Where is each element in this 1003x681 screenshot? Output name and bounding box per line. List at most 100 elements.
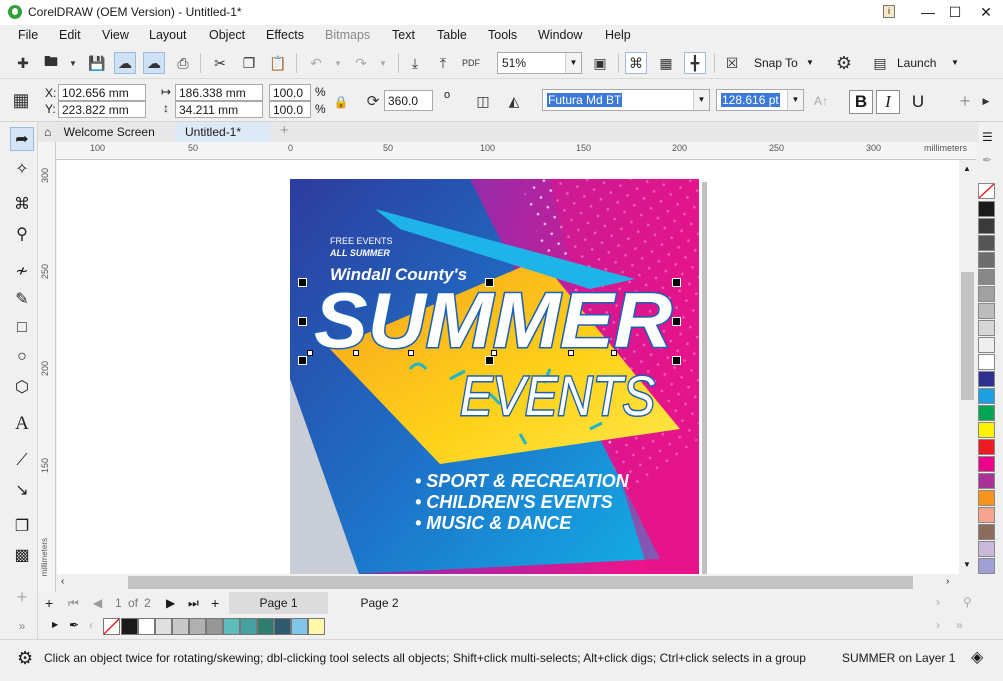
shape-tool-icon[interactable]: ✧ <box>10 157 34 181</box>
menu-table[interactable]: Table <box>437 28 467 42</box>
width-field[interactable]: 186.338 mm <box>175 84 263 101</box>
document-color-swatch[interactable] <box>189 618 206 635</box>
palette-swatch[interactable] <box>978 286 995 302</box>
palette-swatch[interactable] <box>978 252 995 268</box>
object-origin-icon[interactable]: ▦ <box>10 89 32 111</box>
freehand-tool-icon[interactable]: ≁ <box>10 259 34 283</box>
parallel-dimension-tool-icon[interactable]: ⟋ <box>10 449 34 473</box>
node-handle[interactable] <box>611 350 617 356</box>
status-gear-icon[interactable]: ⚙ <box>17 648 33 669</box>
palette-expand-icon[interactable]: ▶ <box>52 620 58 629</box>
selection-handle[interactable] <box>485 278 494 287</box>
x-position-field[interactable]: 102.656 mm <box>58 84 146 101</box>
page-tab-2[interactable]: Page 2 <box>330 592 429 614</box>
snap-to-dropdown[interactable]: Snap To <box>754 56 798 70</box>
font-size-dropdown-icon[interactable]: ▼ <box>787 90 803 110</box>
document-color-swatch[interactable] <box>257 618 274 635</box>
connector-tool-icon[interactable]: ↘ <box>10 478 34 502</box>
help-book-icon[interactable]: i <box>883 5 895 18</box>
document-color-swatch[interactable] <box>223 618 240 635</box>
scroll-down-icon[interactable]: ▼ <box>963 560 971 569</box>
redo-dropdown-icon[interactable]: ▼ <box>372 52 394 74</box>
toolbox-expand-icon[interactable]: » <box>10 614 34 638</box>
node-handle[interactable] <box>491 350 497 356</box>
palette-swatch[interactable] <box>978 388 995 404</box>
underline-button[interactable]: U <box>906 90 930 114</box>
launch-chevron-icon[interactable]: ▼ <box>951 58 959 67</box>
last-page-icon[interactable]: ⏭ <box>188 596 199 611</box>
undo-icon[interactable]: ↶ <box>305 52 327 74</box>
import-icon[interactable]: ⤓ <box>404 52 426 74</box>
italic-button[interactable]: I <box>876 90 900 114</box>
next-page-icon[interactable]: ▶ <box>166 596 175 610</box>
menu-bitmaps[interactable]: Bitmaps <box>325 28 370 42</box>
horizontal-ruler[interactable]: 100 50 0 50 100 150 200 250 300 millimet… <box>38 142 976 160</box>
drop-shadow-tool-icon[interactable]: ❐ <box>10 514 34 538</box>
vertical-ruler[interactable]: 300 250 200 150 millimeters <box>38 142 56 592</box>
document-color-swatch[interactable] <box>308 618 325 635</box>
property-more-icon[interactable]: ▶ <box>975 90 997 112</box>
show-guidelines-icon[interactable]: ╋ <box>684 52 706 74</box>
height-field[interactable]: 34.211 mm <box>175 101 263 118</box>
palette-swatch[interactable] <box>978 473 995 489</box>
menu-text[interactable]: Text <box>392 28 415 42</box>
open-folder-icon[interactable]: 🖿 <box>40 52 62 74</box>
palette-scroll-left-icon[interactable]: ‹ <box>89 618 93 632</box>
copy-icon[interactable]: ❐ <box>238 52 260 74</box>
palette-swatch[interactable] <box>978 371 995 387</box>
current-page-number[interactable]: 1 <box>115 596 122 610</box>
first-page-icon[interactable]: ⏮ <box>68 596 79 611</box>
palette-scroll-right-icon[interactable]: › <box>936 618 940 632</box>
vertical-scrollbar[interactable]: ▲ ▼ <box>959 160 976 574</box>
palette-swatch[interactable] <box>978 354 995 370</box>
tab-untitled-1[interactable]: Untitled-1* <box>175 122 270 142</box>
close-button[interactable]: ✕ <box>969 0 1003 25</box>
menu-tools[interactable]: Tools <box>488 28 517 42</box>
palette-swatch[interactable] <box>978 490 995 506</box>
prev-page-icon[interactable]: ◀ <box>93 596 102 610</box>
selection-handle[interactable] <box>672 278 681 287</box>
menu-view[interactable]: View <box>102 28 129 42</box>
bold-button[interactable]: B <box>849 90 873 114</box>
document-color-swatch[interactable] <box>155 618 172 635</box>
palette-swatch[interactable] <box>978 201 995 217</box>
document-color-swatch[interactable] <box>240 618 257 635</box>
palette-swatch[interactable] <box>978 558 995 574</box>
menu-layout[interactable]: Layout <box>149 28 187 42</box>
selection-handle[interactable] <box>298 356 307 365</box>
node-handle[interactable] <box>353 350 359 356</box>
snap-to-chevron-icon[interactable]: ▼ <box>806 58 814 67</box>
hints-docker-icon[interactable]: ☰ <box>982 130 993 144</box>
palette-swatch[interactable] <box>978 507 995 523</box>
transparency-tool-icon[interactable]: ▩ <box>10 543 34 567</box>
tab-welcome-screen[interactable]: ⌂ Welcome Screen <box>38 122 161 142</box>
palette-swatch[interactable] <box>978 456 995 472</box>
zoom-tool-icon[interactable]: ⚲ <box>10 222 34 246</box>
drawing-workspace[interactable]: FREE EVENTS ALL SUMMER Windall County's … <box>57 160 959 574</box>
show-grid-icon[interactable]: ▦ <box>655 52 677 74</box>
menu-object[interactable]: Object <box>209 28 245 42</box>
menu-window[interactable]: Window <box>538 28 582 42</box>
launch-icon[interactable]: ▤ <box>869 52 891 74</box>
lock-ratio-icon[interactable]: 🔒 <box>330 91 352 113</box>
font-size-combo[interactable]: 128.616 pt ▼ <box>716 89 804 111</box>
palette-swatch[interactable] <box>978 337 995 353</box>
add-page-after-icon[interactable]: + <box>211 595 219 611</box>
menu-help[interactable]: Help <box>605 28 631 42</box>
options-gear-icon[interactable]: ⚙ <box>833 52 855 74</box>
fill-indicator-icon[interactable]: ◈ <box>971 647 983 667</box>
no-fill-swatch[interactable] <box>103 618 120 635</box>
pick-tool-icon[interactable]: ➦ <box>10 127 34 151</box>
page-scroll-right-icon[interactable]: › <box>936 595 940 609</box>
polygon-tool-icon[interactable]: ⬡ <box>10 375 34 399</box>
print-icon[interactable]: ⎙ <box>172 52 194 74</box>
document-color-swatch[interactable] <box>172 618 189 635</box>
zoom-navigator-icon[interactable]: ⚲ <box>963 595 972 609</box>
selection-handle[interactable] <box>298 317 307 326</box>
artistic-media-tool-icon[interactable]: ✎ <box>10 287 34 311</box>
add-tool-icon[interactable]: + <box>10 585 34 609</box>
cut-icon[interactable]: ✂ <box>209 52 231 74</box>
palette-swatch[interactable] <box>978 541 995 557</box>
export-icon[interactable]: ⤒ <box>432 52 454 74</box>
increase-font-size-icon[interactable]: A↑ <box>810 90 832 112</box>
